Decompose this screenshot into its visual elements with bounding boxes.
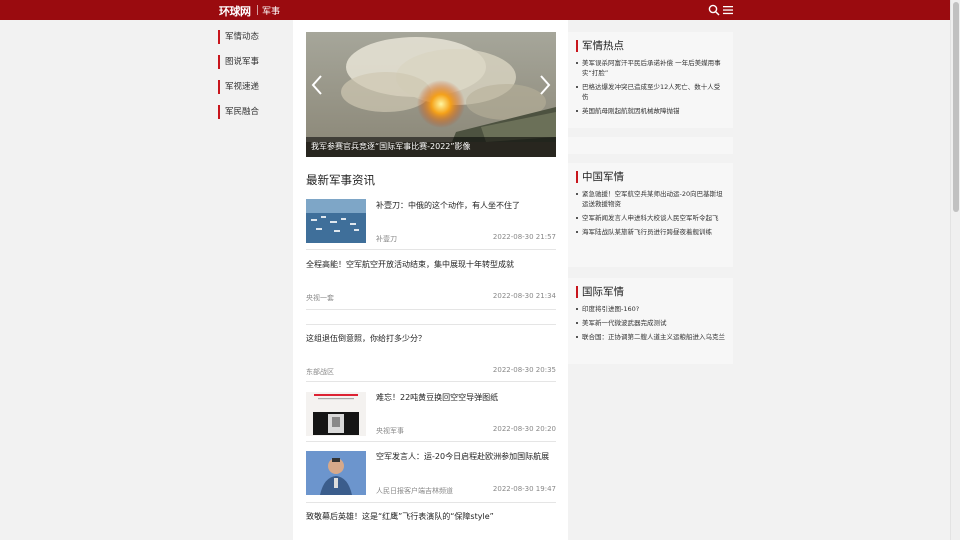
nav-item-military-news[interactable]: 军情动态	[218, 30, 288, 44]
news-thumbnail[interactable]	[306, 199, 366, 243]
news-item[interactable]: 致敬幕后英雄！这是“红鹰”飞行表演队的“保障style”	[306, 510, 556, 540]
news-source: 央视一套	[306, 294, 334, 302]
sidebar-link[interactable]: 联合国：正协调第二艘人道主义运粮船进入乌克兰	[576, 332, 726, 342]
chevron-left-icon[interactable]	[310, 74, 324, 96]
sidebar-link[interactable]: 巴格达爆发冲突已造成至少12人死亡、数十人受伤	[576, 82, 726, 102]
sidebar-box-international: 国际军情 印度将引进图-160? 美军新一代微波武器完成测试 联合国：正协调第二…	[568, 278, 733, 364]
channel-link[interactable]: 军事	[262, 4, 280, 17]
news-item[interactable]: 补壹刀：中俄的这个动作，有人坐不住了 补壹刀 2022-08-30 21:57	[306, 198, 556, 250]
news-item[interactable]: 这组退伍倒意照，你给打多少分？ 东部战区 2022-08-30 20:35	[306, 332, 556, 382]
search-icon[interactable]	[708, 4, 720, 16]
news-title[interactable]: 空军发言人：运-20今日启程赴欧洲参加国际航展	[376, 451, 556, 463]
sidebar-link[interactable]: 空军新闻发言人申进科大校谈人民空军听令起飞	[576, 213, 726, 223]
top-header: 环球网 军事	[0, 0, 950, 20]
page-scrollbar[interactable]	[950, 0, 960, 540]
sidebar-list: 美军误杀阿富汗平民后承诺补偿 一年后美媒用事实“打脸” 巴格达爆发冲突已造成至少…	[576, 58, 726, 120]
sidebar-list: 紧急驰援！空军航空兵某师出动运-20向巴基斯坦运送救援物资 空军新闻发言人申进科…	[576, 189, 726, 241]
nav-item-military-photos[interactable]: 图说军事	[218, 55, 288, 69]
news-source: 人民日报客户端吉林频道	[376, 487, 453, 495]
sidebar-list: 印度将引进图-160? 美军新一代微波武器完成测试 联合国：正协调第二艘人道主义…	[576, 304, 726, 346]
sidebar-link[interactable]: 美军误杀阿富汗平民后承诺补偿 一年后美媒用事实“打脸”	[576, 58, 726, 78]
news-title[interactable]: 补壹刀：中俄的这个动作，有人坐不住了	[376, 200, 556, 212]
chevron-right-icon[interactable]	[538, 74, 552, 96]
news-title[interactable]: 全程高能！空军航空开放活动结束，集中展现十年转型成就	[306, 259, 556, 271]
sidebar-box-china: 中国军情 紧急驰援！空军航空兵某师出动运-20向巴基斯坦运送救援物资 空军新闻发…	[568, 163, 733, 267]
news-thumbnail[interactable]	[306, 451, 366, 495]
sidebar-link[interactable]: 海军陆战队某旅新飞行员进行跨昼夜着舰训练	[576, 227, 726, 237]
sidebar-box-title: 中国军情	[576, 171, 624, 183]
news-thumbnail[interactable]	[306, 392, 366, 436]
sidebar-link[interactable]: 美军新一代微波武器完成测试	[576, 318, 726, 328]
news-source: 东部战区	[306, 368, 334, 376]
nav-item-civil-military[interactable]: 军民融合	[218, 105, 288, 119]
sidebar-box-title: 国际军情	[576, 286, 624, 298]
news-time: 2022-08-30 20:35	[492, 366, 556, 374]
scrollbar-thumb[interactable]	[953, 2, 959, 212]
news-item[interactable]: 空军发言人：运-20今日启程赴欧洲参加国际航展 人民日报客户端吉林频道 2022…	[306, 449, 556, 503]
news-source: 补壹刀	[376, 235, 397, 243]
carousel-caption[interactable]: 我军参赛官兵竞逐“国际军事比赛-2022”影像	[306, 137, 556, 157]
nav-item-military-video[interactable]: 军视速递	[218, 80, 288, 94]
sidebar-link[interactable]: 英国航母刚起航就因机械故障抛锚	[576, 106, 726, 116]
sidebar-link[interactable]: 印度将引进图-160?	[576, 304, 726, 314]
news-title[interactable]: 这组退伍倒意照，你给打多少分？	[306, 333, 556, 345]
logo-divider	[257, 5, 258, 15]
news-time: 2022-08-30 19:47	[492, 485, 556, 493]
left-nav: 军情动态 图说军事 军视速递 军民融合	[218, 30, 288, 130]
site-logo[interactable]: 环球网	[219, 3, 251, 19]
section-title: 最新军事资讯	[306, 173, 375, 187]
menu-icon[interactable]	[722, 4, 734, 16]
news-source: 央视军事	[376, 427, 404, 435]
news-item[interactable]: 全程高能！空军航空开放活动结束，集中展现十年转型成就 央视一套 2022-08-…	[306, 258, 556, 310]
news-time: 2022-08-30 20:20	[492, 425, 556, 433]
sidebar-box-title: 军情热点	[576, 40, 624, 52]
main-column: 我军参赛官兵竞逐“国际军事比赛-2022”影像 最新军事资讯 补壹刀：中俄的这个…	[293, 20, 568, 540]
sidebar-blank-box	[568, 137, 733, 154]
news-time: 2022-08-30 21:57	[492, 233, 556, 241]
sidebar-link[interactable]: 紧急驰援！空军航空兵某师出动运-20向巴基斯坦运送救援物资	[576, 189, 726, 209]
news-divider	[306, 324, 556, 325]
sidebar-box-hot: 军情热点 美军误杀阿富汗平民后承诺补偿 一年后美媒用事实“打脸” 巴格达爆发冲突…	[568, 32, 733, 128]
news-title[interactable]: 难忘！22吨黄豆换回空空导弹图纸	[376, 392, 556, 404]
news-item[interactable]: 难忘！22吨黄豆换回空空导弹图纸 央视军事 2022-08-30 20:20	[306, 390, 556, 442]
news-time: 2022-08-30 21:34	[492, 292, 556, 300]
photo-carousel[interactable]: 我军参赛官兵竞逐“国际军事比赛-2022”影像	[306, 32, 556, 157]
news-title[interactable]: 致敬幕后英雄！这是“红鹰”飞行表演队的“保障style”	[306, 511, 556, 523]
